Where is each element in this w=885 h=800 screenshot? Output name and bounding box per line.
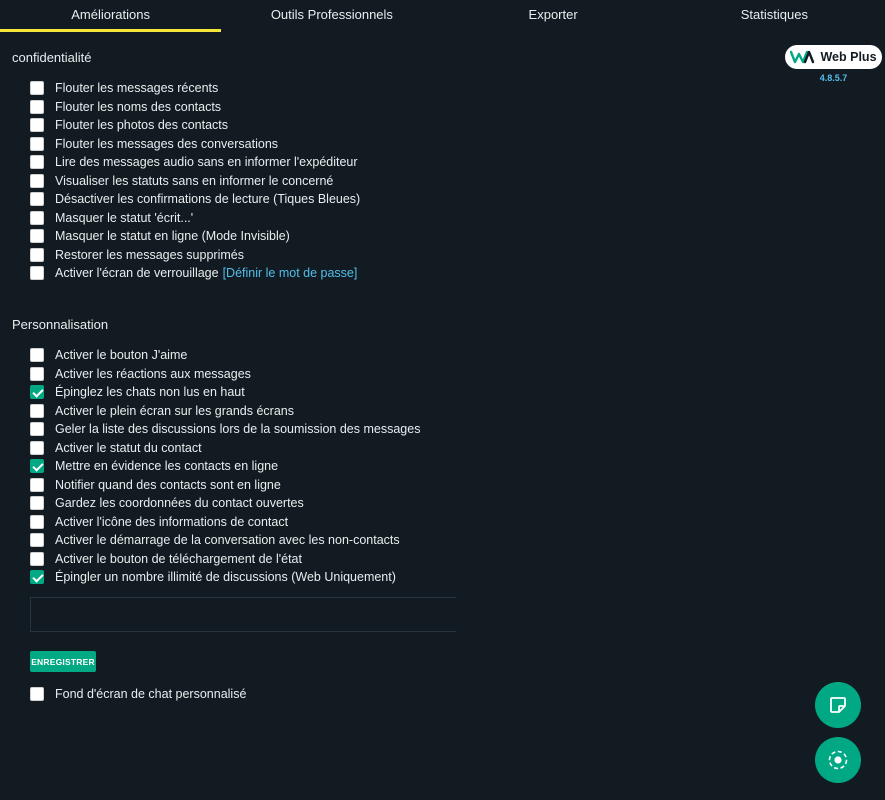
sticky-note-icon <box>830 697 846 713</box>
tab-statistiques[interactable]: Statistiques <box>664 0 885 32</box>
option-checkbox[interactable] <box>30 496 44 511</box>
option-label: Gardez les coordonnées du contact ouvert… <box>55 496 304 511</box>
option-row: Activer les réactions aux messages <box>30 365 420 384</box>
option-checkbox[interactable] <box>30 477 44 492</box>
wallpaper-checkbox[interactable] <box>30 687 44 702</box>
set-password-link[interactable]: [Définir le mot de passe] <box>223 266 358 280</box>
tab-outils-professionnels[interactable]: Outils Professionnels <box>221 0 442 32</box>
tab-exporter[interactable]: Exporter <box>443 0 664 32</box>
option-label: Épinglez les chats non lus en haut <box>55 385 245 400</box>
option-label: Flouter les messages récents <box>55 81 219 96</box>
brand-name: Web Plus <box>820 50 877 64</box>
option-label: Activer le statut du contact <box>55 440 202 455</box>
option-checkbox[interactable] <box>30 229 44 244</box>
option-row: Activer l'icône des informations de cont… <box>30 513 420 532</box>
option-row: Masquer le statut 'écrit...' <box>30 209 360 228</box>
wallpaper-option-list: Fond d'écran de chat personnalisé <box>30 685 246 704</box>
option-row: Fond d'écran de chat personnalisé <box>30 685 246 704</box>
option-label: Flouter les photos des contacts <box>55 118 229 133</box>
option-row: Flouter les messages des conversations <box>30 135 360 154</box>
option-checkbox[interactable] <box>30 570 44 585</box>
option-label: Lire des messages audio sans en informer… <box>55 155 358 170</box>
option-row: Restorer les messages supprimés <box>30 246 360 265</box>
customization-options-list: Activer le bouton J'aime Activer les réac… <box>30 346 420 587</box>
option-checkbox[interactable] <box>30 192 44 207</box>
web-plus-logo: Web Plus <box>785 45 882 69</box>
option-label: Notifier quand des contacts sont en lign… <box>55 477 281 492</box>
status-ring-icon <box>828 750 848 770</box>
option-checkbox[interactable] <box>30 440 44 455</box>
option-row: Désactiver les confirmations de lecture … <box>30 190 360 209</box>
option-row: Activer le statut du contact <box>30 439 420 458</box>
tab-bar: Améliorations Outils Professionnels Expo… <box>0 0 885 32</box>
option-label: Activer les réactions aux messages <box>55 366 251 381</box>
version-label: 4.8.5.7 <box>819 73 848 83</box>
option-checkbox[interactable] <box>30 403 44 418</box>
custom-text-input[interactable] <box>30 597 456 632</box>
option-label: Masquer le statut en ligne (Mode Invisib… <box>55 229 290 244</box>
option-checkbox[interactable] <box>30 155 44 170</box>
option-checkbox[interactable] <box>30 136 44 151</box>
option-label: Épingler un nombre illimité de discussio… <box>55 570 396 585</box>
option-row: Visualiser les statuts sans en informer … <box>30 172 360 191</box>
option-row: Épinglez les chats non lus en haut <box>30 383 420 402</box>
option-row: Activer l'écran de verrouillage [Définir … <box>30 264 360 283</box>
option-checkbox[interactable] <box>30 459 44 474</box>
save-button[interactable]: ENREGISTRER <box>30 651 96 672</box>
status-fab-button[interactable] <box>815 737 861 783</box>
option-label: Fond d'écran de chat personnalisé <box>55 687 247 702</box>
option-label: Mettre en évidence les contacts en ligne <box>55 459 279 474</box>
option-label: Désactiver les confirmations de lecture … <box>55 192 361 207</box>
option-checkbox[interactable] <box>30 422 44 437</box>
sticker-fab-button[interactable] <box>815 682 861 728</box>
option-row: Mettre en évidence les contacts en ligne <box>30 457 420 476</box>
option-checkbox[interactable] <box>30 385 44 400</box>
option-label: Activer l'écran de verrouillage <box>55 266 219 281</box>
option-checkbox[interactable] <box>30 247 44 262</box>
option-row: Notifier quand des contacts sont en lign… <box>30 476 420 495</box>
option-label: Activer l'icône des informations de cont… <box>55 514 289 529</box>
option-row: Flouter les messages récents <box>30 79 360 98</box>
option-checkbox[interactable] <box>30 173 44 188</box>
option-checkbox[interactable] <box>30 533 44 548</box>
option-row: Activer le bouton J'aime <box>30 346 420 365</box>
option-checkbox[interactable] <box>30 99 44 114</box>
option-row: Activer le bouton de téléchargement de l… <box>30 550 420 569</box>
option-row: Activer le plein écran sur les grands éc… <box>30 402 420 421</box>
option-checkbox[interactable] <box>30 266 44 281</box>
option-row: Lire des messages audio sans en informer… <box>30 153 360 172</box>
option-row: Activer le démarrage de la conversation … <box>30 531 420 550</box>
option-checkbox[interactable] <box>30 81 44 96</box>
option-checkbox[interactable] <box>30 348 44 363</box>
tab-ameliorations[interactable]: Améliorations <box>0 0 222 32</box>
option-row: Flouter les noms des contacts <box>30 98 360 117</box>
option-label: Masquer le statut 'écrit...' <box>55 210 194 225</box>
option-label: Restorer les messages supprimés <box>55 247 244 262</box>
option-checkbox[interactable] <box>30 366 44 381</box>
option-label: Activer le démarrage de la conversation … <box>55 533 400 548</box>
option-checkbox[interactable] <box>30 514 44 529</box>
option-label: Activer le plein écran sur les grands éc… <box>55 403 295 418</box>
option-label: Geler la liste des discussions lors de l… <box>55 422 421 437</box>
customization-section-title: Personnalisation <box>12 317 109 332</box>
option-row: Gardez les coordonnées du contact ouvert… <box>30 494 420 513</box>
option-row: Flouter les photos des contacts <box>30 116 360 135</box>
privacy-options-list: Flouter les messages récents Flouter les … <box>30 79 360 283</box>
web-plus-logo-icon <box>790 50 815 64</box>
option-label: Visualiser les statuts sans en informer … <box>55 173 334 188</box>
option-checkbox[interactable] <box>30 551 44 566</box>
option-checkbox[interactable] <box>30 210 44 225</box>
option-row: Épingler un nombre illimité de discussio… <box>30 568 420 587</box>
option-label: Flouter les noms des contacts <box>55 99 222 114</box>
privacy-section-title: confidentialité <box>12 50 92 65</box>
option-label: Activer le bouton de téléchargement de l… <box>55 551 302 566</box>
option-label: Flouter les messages des conversations <box>55 136 279 151</box>
option-row: Geler la liste des discussions lors de l… <box>30 420 420 439</box>
option-row: Masquer le statut en ligne (Mode Invisib… <box>30 227 360 246</box>
option-label: Activer le bouton J'aime <box>55 348 188 363</box>
option-checkbox[interactable] <box>30 118 44 133</box>
